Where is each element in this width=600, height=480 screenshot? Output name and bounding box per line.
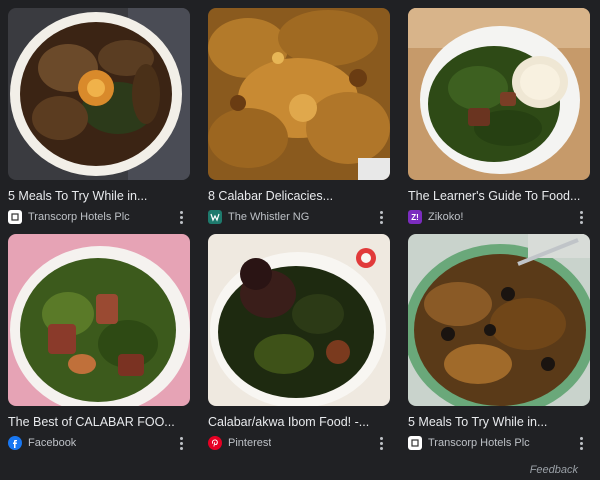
more-options-icon[interactable] <box>374 434 388 452</box>
result-source-row[interactable]: Transcorp Hotels Plc <box>8 208 190 226</box>
food-image <box>8 234 190 406</box>
food-image <box>408 234 590 406</box>
result-title[interactable]: 5 Meals To Try While in... <box>408 414 586 430</box>
image-result-card[interactable]: The Learner's Guide To Food... Z! Zikoko… <box>408 8 590 226</box>
result-source: Facebook <box>28 437 77 449</box>
result-source-row[interactable]: Transcorp Hotels Plc <box>408 434 590 452</box>
result-title[interactable]: 5 Meals To Try While in... <box>8 188 186 204</box>
zikoko-favicon-icon: Z! <box>408 210 422 224</box>
result-source: The Whistler NG <box>228 211 310 223</box>
image-result-card[interactable]: 8 Calabar Delicacies... The Whistler NG <box>208 8 390 226</box>
image-results-grid: 5 Meals To Try While in... Transcorp Hot… <box>8 8 590 452</box>
result-thumbnail[interactable] <box>408 8 590 180</box>
facebook-favicon-icon <box>8 436 22 450</box>
food-image <box>208 8 390 180</box>
food-image <box>208 234 390 406</box>
result-title[interactable]: Calabar/akwa Ibom Food! -... <box>208 414 386 430</box>
more-options-icon[interactable] <box>174 208 188 226</box>
food-image <box>408 8 590 180</box>
result-thumbnail[interactable] <box>408 234 590 406</box>
result-source-row[interactable]: Pinterest <box>208 434 390 452</box>
result-thumbnail[interactable] <box>8 8 190 180</box>
result-thumbnail[interactable] <box>208 8 390 180</box>
result-source-row[interactable]: Z! Zikoko! <box>408 208 590 226</box>
result-source: Transcorp Hotels Plc <box>428 437 530 449</box>
more-options-icon[interactable] <box>174 434 188 452</box>
feedback-link[interactable]: Feedback <box>530 464 578 476</box>
more-options-icon[interactable] <box>374 208 388 226</box>
result-source: Zikoko! <box>428 211 464 223</box>
food-image <box>8 8 190 180</box>
whistler-favicon-icon <box>208 210 222 224</box>
transcorp-favicon-icon <box>408 436 422 450</box>
result-thumbnail[interactable] <box>8 234 190 406</box>
more-options-icon[interactable] <box>574 208 588 226</box>
more-options-icon[interactable] <box>574 434 588 452</box>
image-result-card[interactable]: The Best of CALABAR FOO... Facebook <box>8 234 190 452</box>
pinterest-favicon-icon <box>208 436 222 450</box>
result-source-row[interactable]: Facebook <box>8 434 190 452</box>
image-result-card[interactable]: 5 Meals To Try While in... Transcorp Hot… <box>8 8 190 226</box>
result-title[interactable]: The Best of CALABAR FOO... <box>8 414 186 430</box>
image-result-card[interactable]: 5 Meals To Try While in... Transcorp Hot… <box>408 234 590 452</box>
result-source-row[interactable]: The Whistler NG <box>208 208 390 226</box>
result-source: Pinterest <box>228 437 272 449</box>
image-result-card[interactable]: Calabar/akwa Ibom Food! -... Pinterest <box>208 234 390 452</box>
result-title[interactable]: 8 Calabar Delicacies... <box>208 188 386 204</box>
result-source: Transcorp Hotels Plc <box>28 211 130 223</box>
result-thumbnail[interactable] <box>208 234 390 406</box>
transcorp-favicon-icon <box>8 210 22 224</box>
result-title[interactable]: The Learner's Guide To Food... <box>408 188 586 204</box>
